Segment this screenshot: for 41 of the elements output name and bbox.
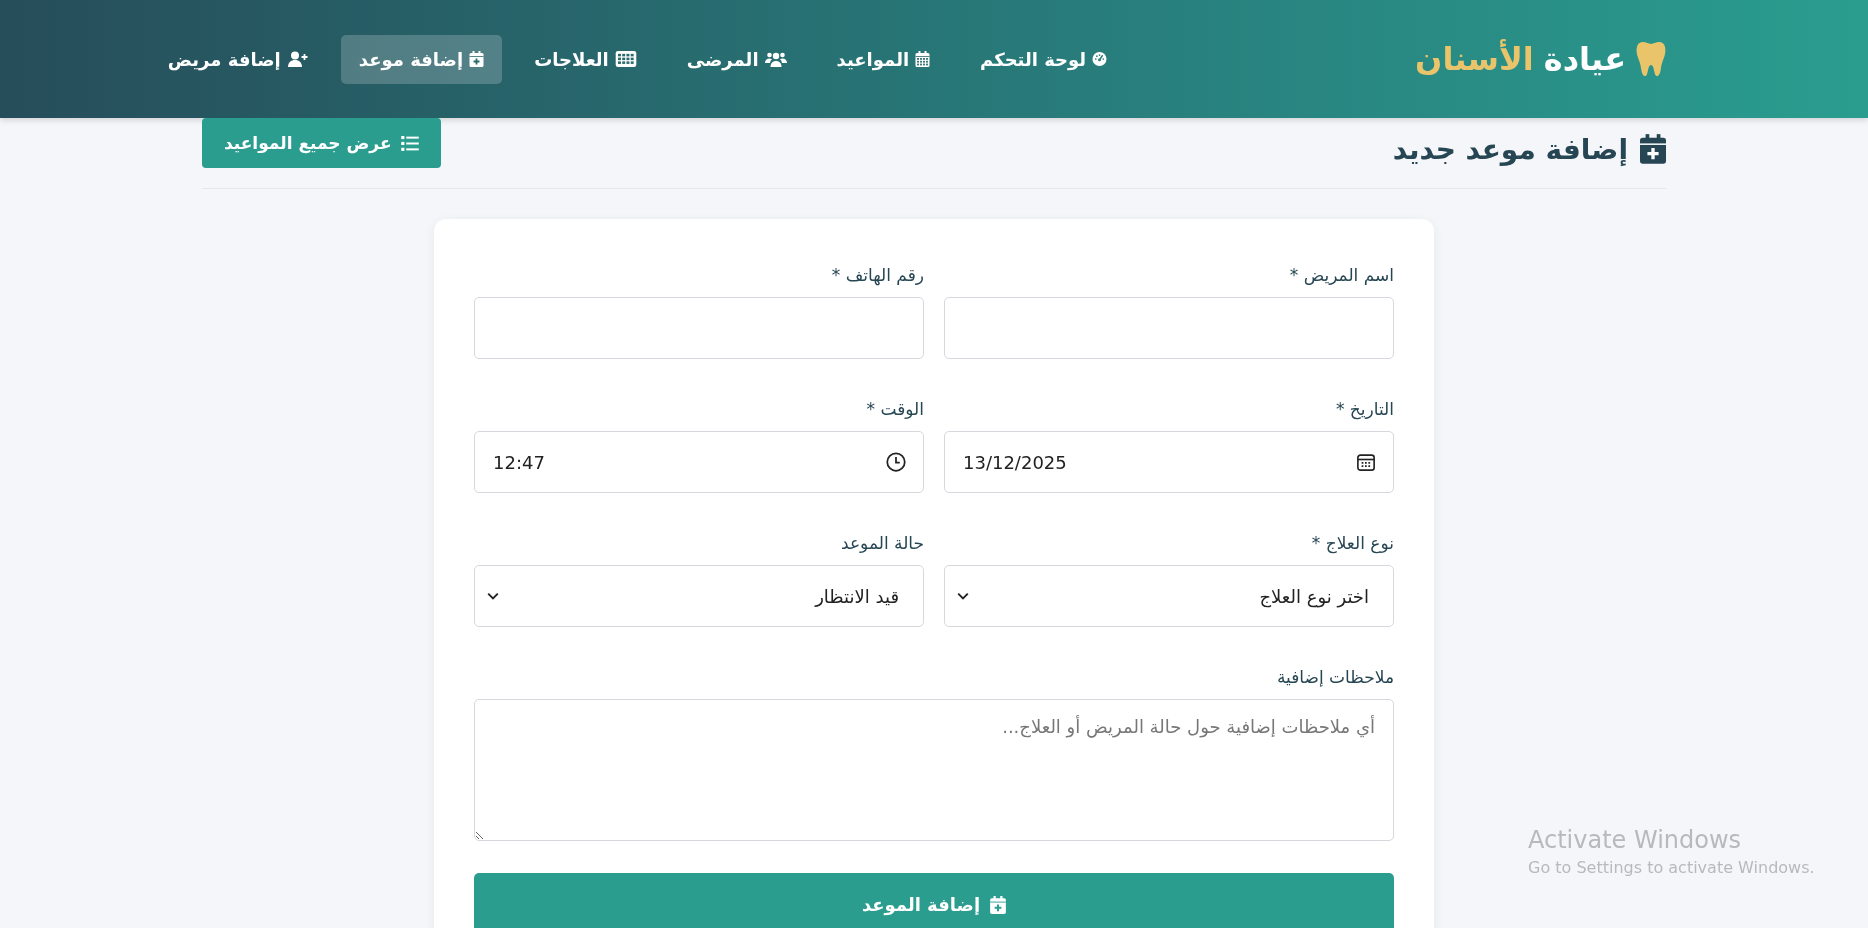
- brand-accent: الأسنان: [1415, 40, 1534, 78]
- time-field[interactable]: 12:47: [474, 431, 924, 493]
- notes-field[interactable]: أي ملاحظات إضافية حول حالة المريض أو العلاج...: [474, 699, 1394, 841]
- nav-link[interactable]: إضافة مريض: [149, 34, 327, 84]
- activation-notice-title: Activate Windows: [1528, 826, 1743, 854]
- calendar-plus-icon: [469, 51, 485, 67]
- select-field[interactable]: اختر نوع العلاج: [944, 565, 1394, 627]
- clock-icon: [886, 452, 906, 472]
- page-title: إضافة موعد جديد: [1392, 132, 1628, 166]
- select-field[interactable]: قيد الانتظار: [474, 565, 924, 627]
- submit-button[interactable]: إضافة الموعد: [474, 873, 1394, 928]
- chevron-down-icon: [957, 592, 969, 600]
- calendar-plus-icon: [990, 895, 1007, 914]
- nav-link[interactable]: المواعيد: [818, 34, 949, 84]
- field-label: رقم الهاتف *: [830, 265, 924, 285]
- field-label: حالة الموعد: [840, 533, 924, 553]
- text-field[interactable]: [944, 297, 1394, 359]
- users-icon: [764, 51, 787, 67]
- field-label: اسم المريض *: [1288, 265, 1394, 285]
- user-plus-icon: [286, 51, 309, 67]
- nav-link[interactable]: المرضى: [668, 34, 805, 84]
- tooth-icon: [1636, 41, 1666, 77]
- nav-link[interactable]: إضافة موعد: [340, 34, 503, 84]
- gauge-icon: [1092, 51, 1108, 67]
- view-all-button[interactable]: عرض جميع المواعيد: [202, 118, 441, 168]
- field-label: ملاحظات إضافية: [1276, 667, 1394, 687]
- nav-link[interactable]: لوحة التحكم: [962, 34, 1126, 84]
- field-label: نوع العلاج *: [1310, 533, 1394, 553]
- grid-icon: [614, 51, 637, 67]
- chevron-down-icon: [487, 592, 499, 600]
- activation-notice-text: Go to Settings to activate Windows.: [1528, 858, 1815, 877]
- field-label: التاريخ *: [1334, 399, 1394, 419]
- calendar-icon: [915, 51, 931, 67]
- brand-name: عيادة: [1543, 40, 1626, 78]
- text-field[interactable]: [474, 297, 924, 359]
- list-icon: [400, 135, 419, 151]
- nav-link[interactable]: العلاجات: [516, 34, 655, 84]
- calendar-plus-icon: [1640, 134, 1666, 164]
- field-label: الوقت *: [865, 399, 924, 419]
- date-field[interactable]: 13/12/2025: [944, 431, 1394, 493]
- calendar-icon: [1356, 452, 1376, 472]
